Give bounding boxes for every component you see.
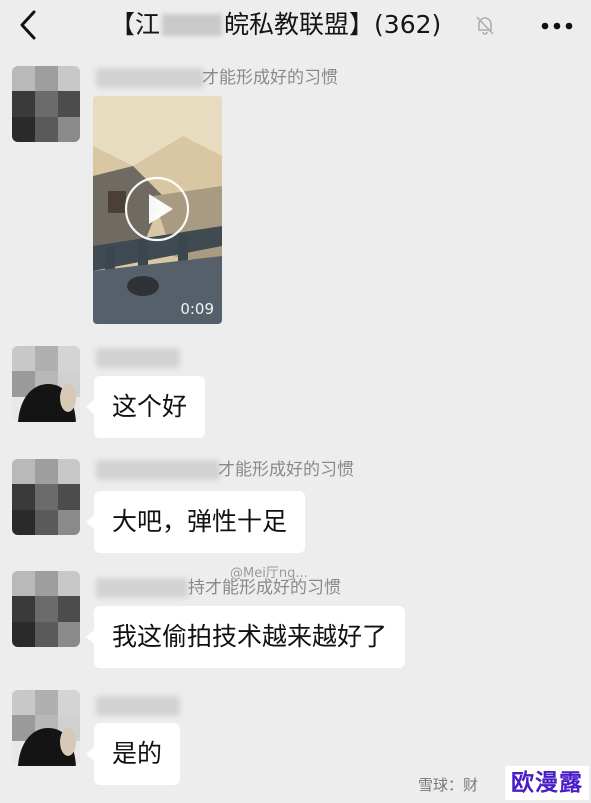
avatar[interactable] <box>12 66 80 142</box>
chevron-left-icon <box>20 10 36 40</box>
site-watermark: 雪球：财 <box>418 770 478 800</box>
text-message[interactable]: 这个好 <box>85 376 206 438</box>
chat-header: 【江 皖私教联盟】(362) <box>0 0 591 52</box>
sender-nickname: 持才能形成好的习惯 <box>188 578 341 598</box>
member-count: (362) <box>374 10 442 39</box>
redacted-nickname <box>96 578 188 598</box>
brand-watermark: 欧漫露 <box>505 766 589 800</box>
redacted-title-part <box>162 14 223 36</box>
text-message[interactable]: 是的 <box>85 723 181 785</box>
group-title: 【江 皖私教联盟】(362) <box>110 8 510 42</box>
text-message[interactable]: 我这偷拍技术越来越好了 <box>85 606 406 668</box>
redacted-nickname <box>96 68 204 88</box>
redacted-nickname <box>96 348 180 368</box>
more-dots-icon[interactable] <box>540 18 574 32</box>
sender-nickname: 才能形成好的习惯 <box>218 460 354 480</box>
text-message[interactable]: 大吧，弹性十足 <box>85 491 306 553</box>
sender-nickname: 才能形成好的习惯 <box>202 68 338 88</box>
redacted-nickname <box>96 696 180 716</box>
video-message[interactable]: 0:09 <box>93 96 222 324</box>
site-label: 雪球：财 <box>418 776 479 794</box>
back-button[interactable] <box>14 8 44 42</box>
group-title-suffix: 皖私教联盟】 <box>224 10 375 39</box>
redacted-nickname <box>96 460 220 480</box>
group-title-prefix: 【江 <box>110 10 161 39</box>
bell-off-icon <box>474 14 496 36</box>
avatar[interactable] <box>12 346 80 422</box>
avatar[interactable] <box>12 459 80 535</box>
avatar[interactable] <box>12 571 80 647</box>
video-duration: 0:09 <box>180 300 214 318</box>
avatar[interactable] <box>12 690 80 766</box>
